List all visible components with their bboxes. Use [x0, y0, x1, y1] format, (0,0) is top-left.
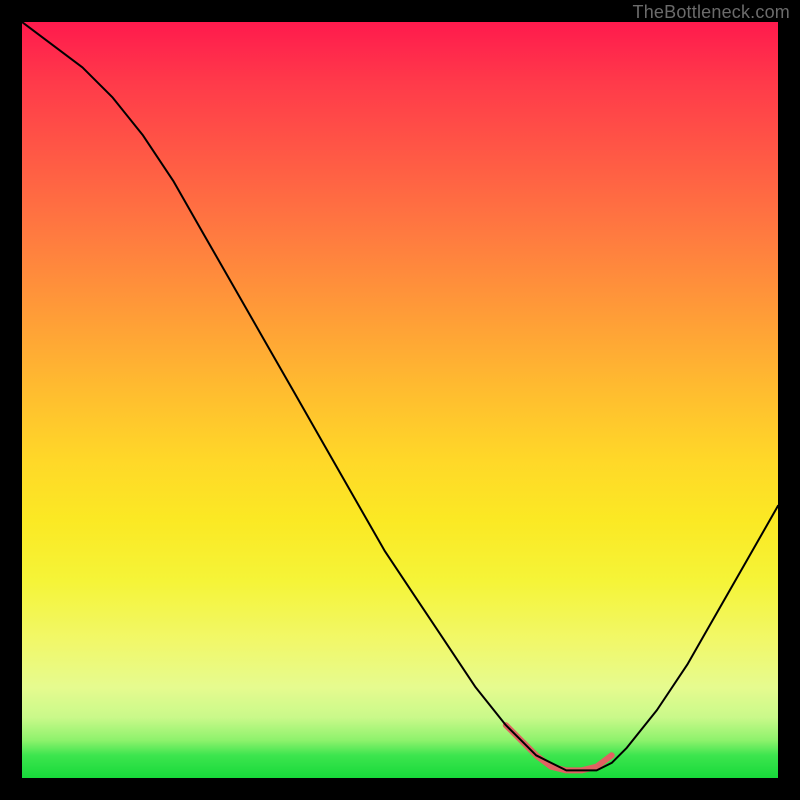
main-curve [22, 22, 778, 770]
chart-frame: TheBottleneck.com [0, 0, 800, 800]
curve-layer [22, 22, 778, 778]
plot-area [22, 22, 778, 778]
watermark-text: TheBottleneck.com [633, 2, 790, 23]
highlight-segment [506, 725, 612, 770]
